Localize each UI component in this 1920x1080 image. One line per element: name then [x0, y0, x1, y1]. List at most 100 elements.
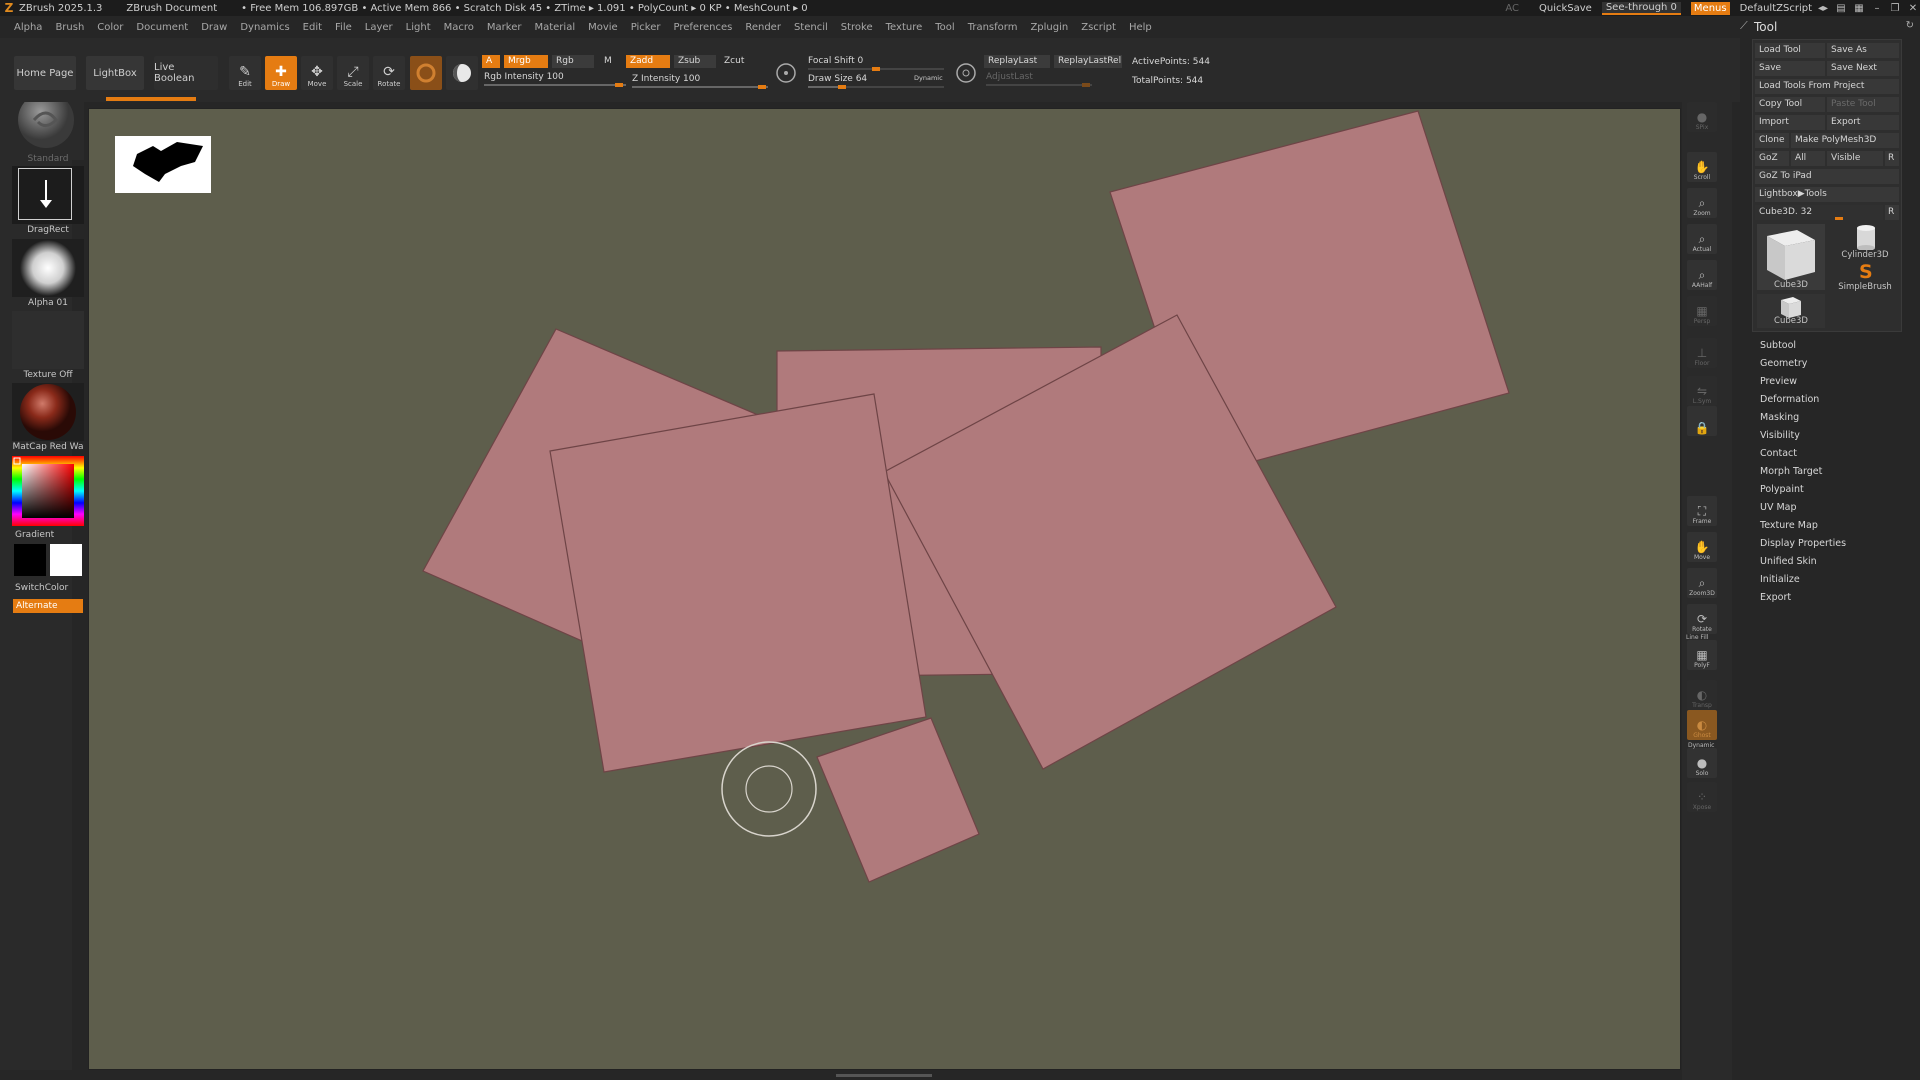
- replay-last-rel-button[interactable]: ReplayLastRel: [1054, 55, 1122, 68]
- section-unified-skin[interactable]: Unified Skin: [1760, 556, 1817, 567]
- secondary-color-swatch[interactable]: [50, 544, 82, 576]
- lazy-mouse-button[interactable]: [772, 56, 800, 90]
- focal-shift-slider[interactable]: Focal Shift 0: [808, 56, 944, 71]
- draw-button[interactable]: ✚ Draw: [265, 56, 297, 90]
- brush-palette-icon[interactable]: ▦: [1852, 3, 1866, 14]
- rgb-intensity-slider[interactable]: Rgb Intensity 100: [484, 72, 626, 87]
- slider-knob[interactable]: [872, 67, 880, 71]
- slider-knob[interactable]: [615, 83, 623, 87]
- load-tool-button[interactable]: Load Tool: [1755, 43, 1825, 58]
- menu-marker[interactable]: Marker: [487, 22, 522, 33]
- switch-color-label[interactable]: SwitchColor: [12, 583, 84, 593]
- edit-button[interactable]: ✎ Edit: [229, 56, 261, 90]
- goz-to-ipad-button[interactable]: GoZ To iPad: [1755, 169, 1899, 184]
- ac-label[interactable]: AC: [1505, 3, 1519, 14]
- lock-button[interactable]: 🔒: [1687, 406, 1717, 436]
- live-boolean-button[interactable]: Live Boolean: [154, 56, 218, 90]
- document-canvas[interactable]: [88, 108, 1681, 1070]
- palette-dock-icon[interactable]: ⟋: [1740, 19, 1748, 33]
- replay-last-button[interactable]: ReplayLast: [984, 55, 1050, 68]
- menu-file[interactable]: File: [335, 22, 352, 33]
- goz-button[interactable]: GoZ: [1755, 151, 1789, 166]
- default-zscript-button[interactable]: DefaultZScript: [1740, 3, 1812, 14]
- menu-picker[interactable]: Picker: [631, 22, 661, 33]
- cube3d-small-thumbnail[interactable]: Cube3D: [1757, 294, 1825, 328]
- simplebrush-thumbnail[interactable]: S SimpleBrush: [1831, 262, 1899, 292]
- menu-stroke[interactable]: Stroke: [841, 22, 873, 33]
- menu-color[interactable]: Color: [97, 22, 123, 33]
- zsub-toggle[interactable]: Zsub: [674, 55, 716, 68]
- goz-visible-button[interactable]: Visible: [1827, 151, 1883, 166]
- cube3d-thumbnail[interactable]: Cube3D: [1757, 224, 1825, 290]
- save-as-button[interactable]: Save As: [1827, 43, 1899, 58]
- menu-document[interactable]: Document: [136, 22, 188, 33]
- ghost-button[interactable]: ◐ Ghost: [1687, 710, 1717, 740]
- move-view-button[interactable]: ✋ Move: [1687, 532, 1717, 562]
- plane-small[interactable]: [816, 717, 980, 883]
- menu-zscript[interactable]: Zscript: [1081, 22, 1116, 33]
- menu-render[interactable]: Render: [745, 22, 781, 33]
- section-display-properties[interactable]: Display Properties: [1760, 538, 1846, 549]
- adjust-last-slider[interactable]: AdjustLast: [986, 72, 1092, 87]
- alternate-button[interactable]: Alternate: [13, 599, 83, 613]
- alpha-thumbnail[interactable]: [12, 239, 84, 297]
- scroll-button[interactable]: ✋ Scroll: [1687, 152, 1717, 182]
- section-morph-target[interactable]: Morph Target: [1760, 466, 1822, 477]
- goz-all-button[interactable]: All: [1791, 151, 1825, 166]
- rgb-toggle[interactable]: Rgb: [552, 55, 594, 68]
- frame-button[interactable]: ⛶ Frame: [1687, 496, 1717, 526]
- transp-button[interactable]: ◐ Transp: [1687, 680, 1717, 710]
- m-toggle[interactable]: M: [600, 55, 622, 68]
- clone-button[interactable]: Clone: [1755, 133, 1789, 148]
- menu-layer[interactable]: Layer: [365, 22, 393, 33]
- slider-knob[interactable]: [1835, 217, 1843, 220]
- minimize-icon[interactable]: –: [1870, 3, 1884, 14]
- zoom3d-button[interactable]: ⌕ Zoom3D: [1687, 568, 1717, 598]
- slider-knob[interactable]: [1082, 83, 1090, 87]
- floor-button[interactable]: ⊥ Floor: [1687, 338, 1717, 368]
- menu-macro[interactable]: Macro: [444, 22, 474, 33]
- menu-help[interactable]: Help: [1129, 22, 1152, 33]
- see-through-slider[interactable]: See-through 0: [1601, 1, 1681, 15]
- polyf-button[interactable]: ▦ PolyF: [1687, 640, 1717, 670]
- lsym-button[interactable]: ⇋ L.Sym: [1687, 376, 1717, 406]
- section-export[interactable]: Export: [1760, 592, 1791, 603]
- menu-draw[interactable]: Draw: [201, 22, 227, 33]
- lightbox-tools-button[interactable]: Lightbox▶Tools: [1755, 187, 1899, 202]
- menu-tool[interactable]: Tool: [935, 22, 954, 33]
- zadd-toggle[interactable]: Zadd: [626, 55, 670, 68]
- menu-transform[interactable]: Transform: [968, 22, 1018, 33]
- dynamic-toggle[interactable]: Dynamic: [910, 72, 947, 85]
- slider-knob[interactable]: [838, 85, 846, 89]
- menu-edit[interactable]: Edit: [303, 22, 322, 33]
- import-button[interactable]: Import: [1755, 115, 1825, 130]
- export-button[interactable]: Export: [1827, 115, 1899, 130]
- persp-button[interactable]: ▦ Persp: [1687, 296, 1717, 326]
- palette-refresh-icon[interactable]: ↻: [1906, 20, 1914, 31]
- menu-preferences[interactable]: Preferences: [674, 22, 733, 33]
- menu-movie[interactable]: Movie: [588, 22, 618, 33]
- menu-dynamics[interactable]: Dynamics: [240, 22, 289, 33]
- navigation-thumbnail[interactable]: [115, 136, 211, 193]
- make-polymesh3d-button[interactable]: Make PolyMesh3D: [1791, 133, 1899, 148]
- restore-icon[interactable]: ❐: [1888, 3, 1902, 14]
- menu-brush[interactable]: Brush: [55, 22, 84, 33]
- rotate-button[interactable]: ⟳ Rotate: [373, 56, 405, 90]
- move-button[interactable]: ✥ Move: [301, 56, 333, 90]
- section-initialize[interactable]: Initialize: [1760, 574, 1800, 585]
- xpose-button[interactable]: ⁘ Xpose: [1687, 782, 1717, 812]
- menu-stencil[interactable]: Stencil: [794, 22, 828, 33]
- zoom-button[interactable]: ⌕ Zoom: [1687, 188, 1717, 218]
- goz-r-button[interactable]: R: [1885, 151, 1899, 166]
- a-toggle[interactable]: A: [482, 55, 500, 68]
- stroke-thumbnail[interactable]: [12, 166, 84, 224]
- section-polypaint[interactable]: Polypaint: [1760, 484, 1804, 495]
- material-sphere-button[interactable]: [410, 56, 442, 90]
- z-intensity-slider[interactable]: Z Intensity 100: [632, 74, 768, 89]
- slider-knob[interactable]: [758, 85, 766, 89]
- home-page-button[interactable]: Home Page: [14, 56, 76, 90]
- scale-button[interactable]: ⤢ Scale: [337, 56, 369, 90]
- replay-icon-button[interactable]: [952, 56, 980, 90]
- menu-texture[interactable]: Texture: [886, 22, 923, 33]
- primary-color-swatch[interactable]: [14, 544, 46, 576]
